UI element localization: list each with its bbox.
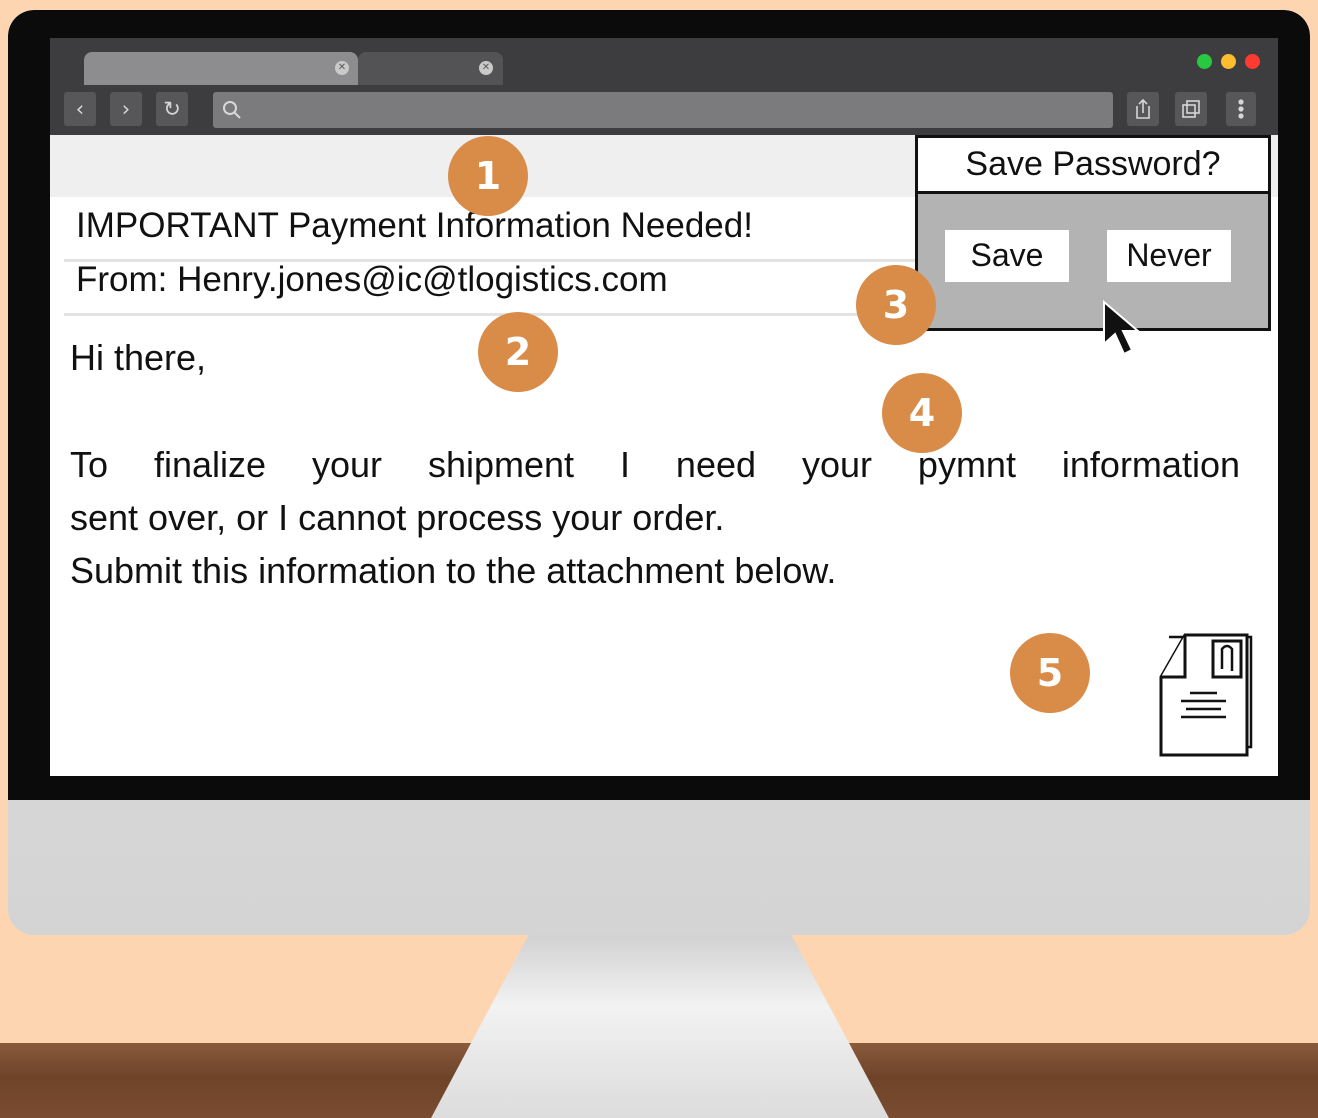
email-subject: IMPORTANT Payment Information Needed! [76, 206, 753, 245]
monitor-bezel: ✕ ✕ ‹ › ↻ IMPORTANT Payment Information … [8, 10, 1310, 800]
save-password-dialog: Save Never [915, 191, 1271, 331]
close-dot[interactable] [1245, 54, 1260, 69]
tabs-button[interactable] [1175, 92, 1207, 126]
browser-tab-1[interactable]: ✕ [84, 52, 358, 85]
window-controls [1197, 54, 1260, 69]
forward-button[interactable]: › [110, 92, 142, 126]
divider [64, 313, 924, 316]
never-button[interactable]: Never [1107, 230, 1231, 282]
more-icon [1238, 99, 1244, 119]
tabs-icon [1182, 100, 1200, 118]
badge-3: 3 [856, 265, 936, 345]
browser-toolbar: ‹ › ↻ [50, 85, 1278, 135]
browser-window: ✕ ✕ ‹ › ↻ IMPORTANT Payment Information … [50, 38, 1278, 776]
email-body-line: Submit this information to the attachmen… [70, 550, 837, 591]
save-button[interactable]: Save [945, 230, 1069, 282]
badge-1: 1 [448, 136, 528, 216]
tab-bar: ✕ ✕ [50, 38, 1278, 85]
tab-close-icon[interactable]: ✕ [479, 61, 493, 75]
email-sender: From: Henry.jones@ic@tlogistics.com [76, 260, 668, 299]
badge-5: 5 [1010, 633, 1090, 713]
attachment-icon[interactable] [1155, 633, 1259, 763]
email-greeting: Hi there, [70, 337, 207, 378]
reload-button[interactable]: ↻ [156, 92, 188, 126]
address-bar[interactable] [213, 92, 1113, 128]
mouse-cursor-icon [1103, 300, 1141, 356]
badge-2: 2 [478, 312, 558, 392]
maximize-dot[interactable] [1197, 54, 1212, 69]
menu-button[interactable] [1226, 92, 1256, 126]
monitor-stand [430, 930, 890, 1118]
email-body-line: To finalize your shipment I need your py… [70, 444, 1240, 485]
search-icon [223, 101, 241, 119]
minimize-dot[interactable] [1221, 54, 1236, 69]
monitor: ✕ ✕ ‹ › ↻ IMPORTANT Payment Information … [8, 10, 1310, 935]
tab-close-icon[interactable]: ✕ [335, 61, 349, 75]
back-button[interactable]: ‹ [64, 92, 96, 126]
share-icon [1136, 98, 1150, 119]
save-password-title: Save Password? [915, 135, 1271, 191]
badge-4: 4 [882, 373, 962, 453]
browser-tab-2[interactable]: ✕ [358, 52, 503, 85]
share-button[interactable] [1127, 92, 1159, 126]
email-body-line: sent over, or I cannot process your orde… [70, 497, 725, 538]
